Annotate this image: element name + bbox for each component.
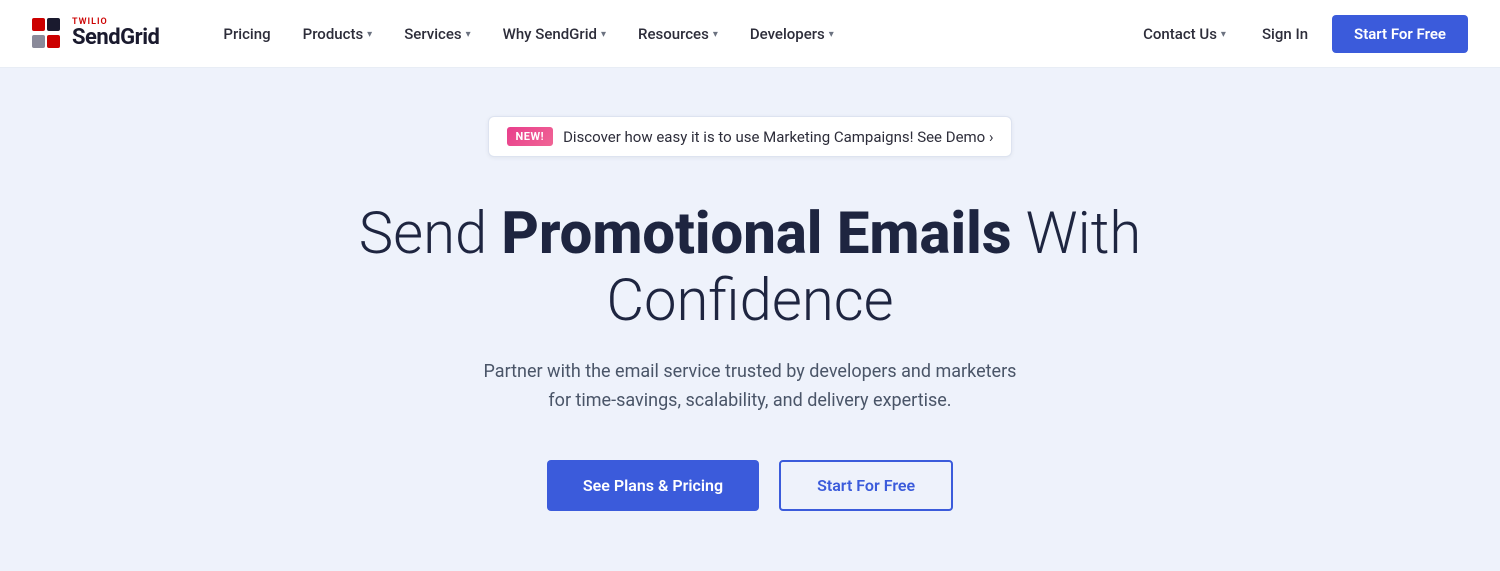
hero-banner[interactable]: NEW! Discover how easy it is to use Mark…	[488, 116, 1013, 157]
nav-resources[interactable]: Resources ▾	[622, 17, 734, 51]
hero-headline: Send Promotional Emails With Confidence	[320, 201, 1180, 334]
new-badge: NEW!	[507, 127, 554, 146]
navbar: TWILIO SendGrid Pricing Products ▾ Servi…	[0, 0, 1500, 68]
sendgrid-label: SendGrid	[72, 27, 159, 49]
hero-buttons: See Plans & Pricing Start For Free	[547, 460, 953, 511]
logo-text: TWILIO SendGrid	[72, 18, 159, 49]
contact-chevron-icon: ▾	[1221, 29, 1226, 40]
nav-services[interactable]: Services ▾	[388, 17, 486, 51]
nav-products[interactable]: Products ▾	[287, 17, 389, 51]
nav-developers[interactable]: Developers ▾	[734, 17, 850, 51]
nav-why[interactable]: Why SendGrid ▾	[487, 17, 622, 51]
resources-chevron-icon: ▾	[713, 29, 718, 40]
hero-banner-text: Discover how easy it is to use Marketing…	[563, 128, 993, 146]
nav-pricing[interactable]: Pricing	[207, 17, 286, 51]
see-plans-pricing-button[interactable]: See Plans & Pricing	[547, 460, 759, 511]
nav-right: Contact Us ▾ Sign In Start For Free	[1131, 15, 1468, 53]
headline-part1: Send	[359, 200, 502, 268]
nav-main-links: Pricing Products ▾ Services ▾ Why SendGr…	[207, 17, 1131, 51]
start-for-free-button[interactable]: Start For Free	[779, 460, 953, 511]
hero-subtext: Partner with the email service trusted b…	[470, 358, 1030, 416]
headline-bold: Promotional Emails	[501, 200, 1011, 268]
nav-signin[interactable]: Sign In	[1246, 17, 1324, 51]
nav-contact[interactable]: Contact Us ▾	[1131, 17, 1238, 51]
developers-chevron-icon: ▾	[829, 29, 834, 40]
logo-link[interactable]: TWILIO SendGrid	[32, 18, 159, 50]
hero-section: NEW! Discover how easy it is to use Mark…	[0, 68, 1500, 571]
why-chevron-icon: ▾	[601, 29, 606, 40]
nav-start-free-button[interactable]: Start For Free	[1332, 15, 1468, 53]
products-chevron-icon: ▾	[367, 29, 372, 40]
services-chevron-icon: ▾	[466, 29, 471, 40]
logo-icon	[32, 18, 64, 50]
